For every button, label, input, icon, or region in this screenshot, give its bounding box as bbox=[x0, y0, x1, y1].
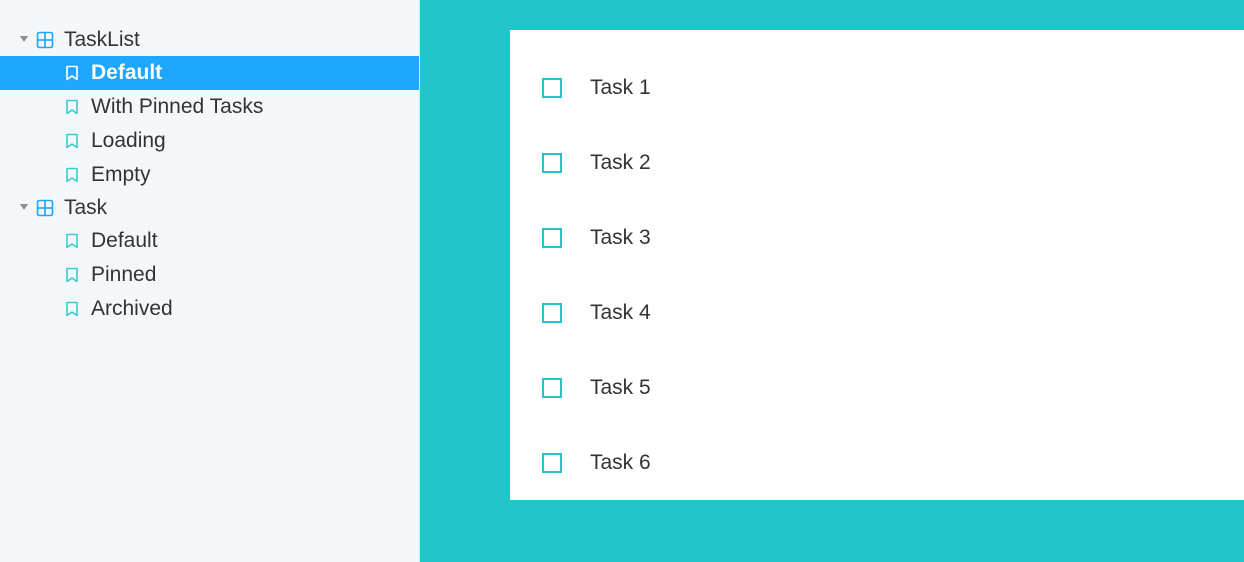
component-grid-icon bbox=[36, 31, 54, 49]
bookmark-icon bbox=[65, 301, 79, 317]
bookmark-icon bbox=[65, 99, 79, 115]
tree-group-task: Task Default Pinned bbox=[0, 192, 419, 326]
story-item-label: With Pinned Tasks bbox=[91, 95, 263, 119]
task-title: Task 2 bbox=[590, 151, 651, 175]
story-item-with-pinned-tasks[interactable]: With Pinned Tasks bbox=[0, 90, 419, 124]
task-title: Task 5 bbox=[590, 376, 651, 400]
preview-canvas: Task 1 Task 2 Task 3 Task 4 Task 5 Task … bbox=[420, 0, 1244, 562]
tree-children: Default Pinned Archived bbox=[0, 224, 419, 326]
bookmark-icon bbox=[65, 233, 79, 249]
task-row: Task 6 bbox=[510, 425, 1244, 500]
preview-card: Task 1 Task 2 Task 3 Task 4 Task 5 Task … bbox=[510, 30, 1244, 500]
bookmark-icon bbox=[65, 65, 79, 81]
task-checkbox[interactable] bbox=[542, 303, 562, 323]
tree-parent-label: TaskList bbox=[64, 28, 140, 52]
story-item-empty[interactable]: Empty bbox=[0, 158, 419, 192]
tree-parent-task[interactable]: Task bbox=[0, 192, 419, 224]
task-title: Task 1 bbox=[590, 76, 651, 100]
story-item-label: Default bbox=[91, 61, 162, 85]
bookmark-icon bbox=[65, 267, 79, 283]
chevron-down-icon bbox=[18, 202, 30, 214]
sidebar: TaskList Default With Pinned Tasks bbox=[0, 0, 420, 562]
task-row: Task 3 bbox=[510, 200, 1244, 275]
story-item-loading[interactable]: Loading bbox=[0, 124, 419, 158]
story-item-label: Archived bbox=[91, 297, 173, 321]
tree-children: Default With Pinned Tasks Loading bbox=[0, 56, 419, 192]
tree-parent-label: Task bbox=[64, 196, 107, 220]
tree-parent-tasklist[interactable]: TaskList bbox=[0, 24, 419, 56]
task-checkbox[interactable] bbox=[542, 153, 562, 173]
task-title: Task 4 bbox=[590, 301, 651, 325]
story-item-label: Pinned bbox=[91, 263, 156, 287]
task-row: Task 2 bbox=[510, 125, 1244, 200]
task-checkbox[interactable] bbox=[542, 228, 562, 248]
story-item-label: Empty bbox=[91, 163, 151, 187]
task-checkbox[interactable] bbox=[542, 78, 562, 98]
component-grid-icon bbox=[36, 199, 54, 217]
task-row: Task 5 bbox=[510, 350, 1244, 425]
task-checkbox[interactable] bbox=[542, 453, 562, 473]
story-item-pinned[interactable]: Pinned bbox=[0, 258, 419, 292]
story-item-label: Default bbox=[91, 229, 158, 253]
chevron-down-icon bbox=[18, 34, 30, 46]
task-title: Task 3 bbox=[590, 226, 651, 250]
task-row: Task 1 bbox=[510, 50, 1244, 125]
bookmark-icon bbox=[65, 167, 79, 183]
tree-group-tasklist: TaskList Default With Pinned Tasks bbox=[0, 24, 419, 192]
story-item-archived[interactable]: Archived bbox=[0, 292, 419, 326]
story-item-default[interactable]: Default bbox=[0, 56, 419, 90]
story-item-label: Loading bbox=[91, 129, 166, 153]
task-title: Task 6 bbox=[590, 451, 651, 475]
story-item-task-default[interactable]: Default bbox=[0, 224, 419, 258]
task-checkbox[interactable] bbox=[542, 378, 562, 398]
bookmark-icon bbox=[65, 133, 79, 149]
task-row: Task 4 bbox=[510, 275, 1244, 350]
